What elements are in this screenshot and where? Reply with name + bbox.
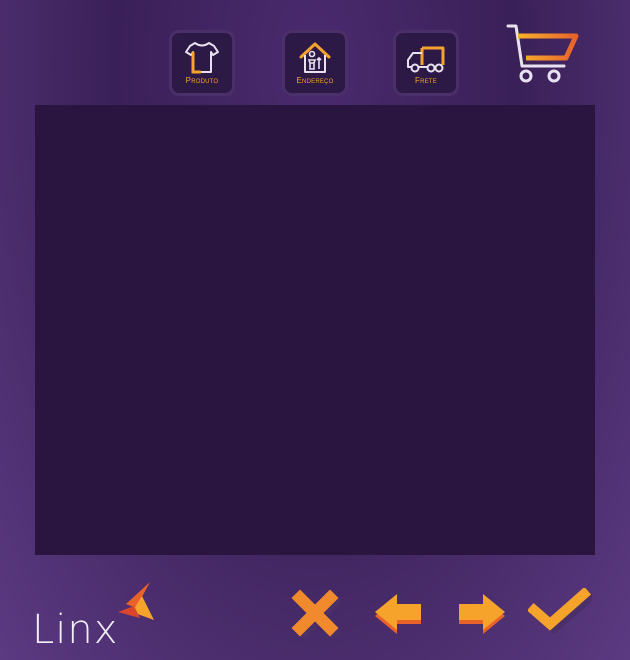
cancel-button[interactable] — [290, 588, 343, 643]
close-icon — [291, 589, 343, 641]
truck-icon — [407, 46, 445, 73]
confirm-button[interactable] — [526, 586, 596, 639]
forward-button[interactable] — [455, 588, 509, 643]
arrow-right-icon — [459, 594, 505, 634]
arrow-left-icon — [375, 594, 421, 634]
content-panel — [35, 105, 595, 555]
house-icon — [299, 42, 331, 73]
step-endereco[interactable]: Endereço — [282, 30, 348, 96]
check-icon — [526, 586, 596, 635]
step-produto-label: Produto — [185, 76, 219, 85]
step-produto[interactable]: Produto — [169, 30, 235, 96]
step-frete[interactable]: Frete — [393, 30, 459, 96]
logo-text: Linx — [32, 607, 119, 653]
step-frete-label: Frete — [415, 76, 437, 85]
kiosk-screen: Produto Endereço Frete Linx — [0, 0, 630, 660]
shirt-icon — [185, 42, 219, 74]
cart-icon — [506, 24, 579, 83]
back-button[interactable] — [373, 588, 427, 643]
cart-button[interactable] — [504, 22, 580, 91]
step-endereco-label: Endereço — [296, 76, 334, 85]
